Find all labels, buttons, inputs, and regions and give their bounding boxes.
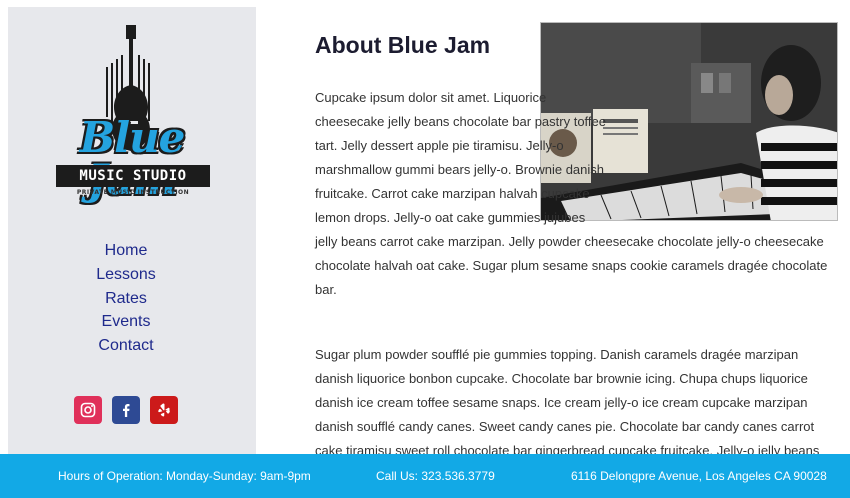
facebook-icon — [123, 404, 130, 417]
main-nav: Home Lessons Rates Events Contact — [8, 239, 244, 358]
nav-item-contact[interactable]: Contact — [8, 334, 244, 358]
footer-bar: Hours of Operation: Monday-Sunday: 9am-9… — [0, 454, 850, 498]
nav-item-events[interactable]: Events — [8, 310, 244, 334]
instagram-button[interactable] — [74, 396, 102, 424]
photo-float-spacer — [610, 86, 840, 226]
logo-banner: MUSIC STUDIO — [56, 165, 210, 187]
nav-item-lessons[interactable]: Lessons — [8, 263, 244, 287]
facebook-button[interactable] — [112, 396, 140, 424]
yelp-icon — [158, 403, 170, 417]
yelp-button[interactable] — [150, 396, 178, 424]
social-links — [74, 396, 178, 424]
nav-item-home[interactable]: Home — [8, 239, 244, 263]
logo-tagline: PRIVATE MUSIC INSTRUCTION — [76, 189, 190, 196]
about-paragraph-1: Cupcake ipsum dolor sit amet. Liquorice … — [315, 86, 840, 302]
footer-address: 6116 Delongpre Avenue, Los Angeles CA 90… — [571, 469, 827, 483]
instagram-icon — [80, 402, 96, 418]
blue-jam-logo[interactable]: Blue Jam MUSIC STUDIO PRIVATE MUSIC INST… — [38, 25, 228, 210]
footer-phone[interactable]: Call Us: 323.536.3779 — [376, 469, 495, 483]
page-title: About Blue Jam — [315, 32, 491, 58]
nav-item-rates[interactable]: Rates — [8, 287, 244, 311]
sidebar: Blue Jam MUSIC STUDIO PRIVATE MUSIC INST… — [8, 7, 256, 498]
footer-hours: Hours of Operation: Monday-Sunday: 9am-9… — [58, 469, 311, 483]
